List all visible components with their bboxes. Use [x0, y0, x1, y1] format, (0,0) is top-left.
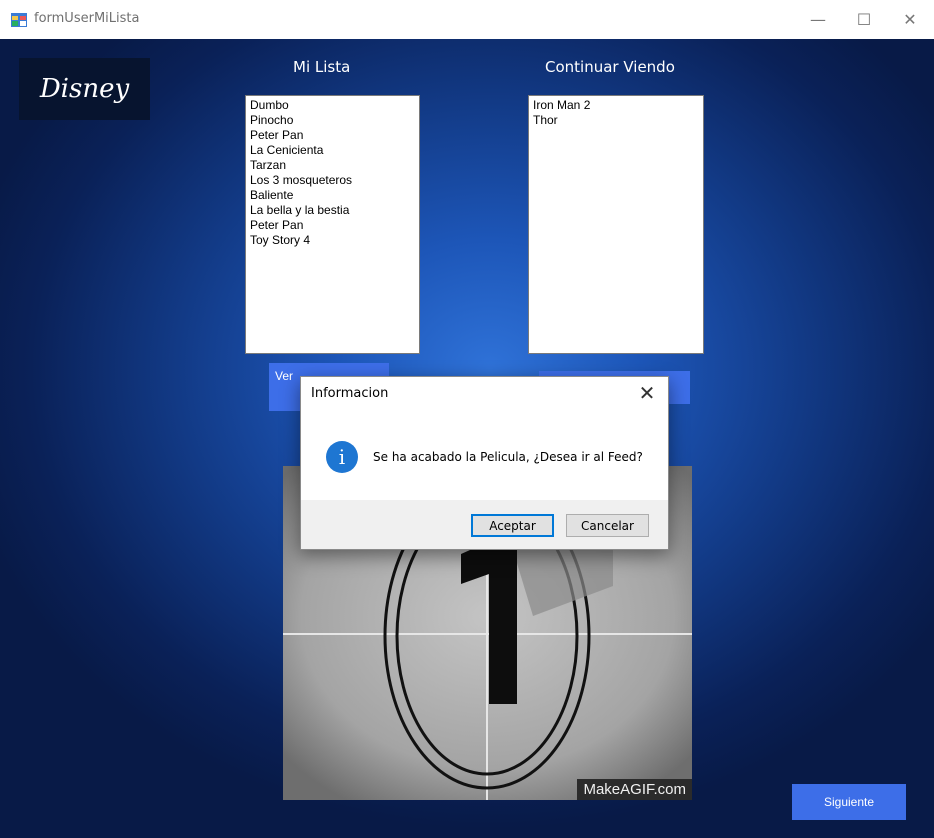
continuar-viendo-listbox[interactable]: Iron Man 2 Thor — [528, 95, 704, 354]
list-item[interactable]: Dumbo — [250, 98, 415, 113]
app-window-icon — [11, 12, 27, 27]
ver-button-label: Ver — [275, 369, 294, 383]
list-item[interactable]: Peter Pan — [250, 218, 415, 233]
list-item[interactable]: Iron Man 2 — [533, 98, 699, 113]
mi-lista-listbox[interactable]: Dumbo Pinocho Peter Pan La Cenicienta Tarzan… — [245, 95, 420, 354]
mi-lista-heading: Mi Lista — [293, 58, 351, 76]
list-item[interactable]: La bella y la bestia — [250, 203, 415, 218]
dialog-title: Informacion — [311, 386, 389, 401]
list-item[interactable]: Baliente — [250, 188, 415, 203]
continuar-viendo-heading: Continuar Viendo — [545, 58, 675, 76]
dialog-close-icon[interactable]: ✕ — [636, 381, 658, 405]
list-item[interactable]: Tarzan — [250, 158, 415, 173]
list-item[interactable]: Pinocho — [250, 113, 415, 128]
maximize-button[interactable]: ☐ — [841, 0, 887, 39]
list-item[interactable]: Thor — [533, 113, 699, 128]
cancelar-button[interactable]: Cancelar — [566, 514, 649, 537]
window-title: formUserMiLista — [34, 11, 140, 26]
aceptar-button[interactable]: Aceptar — [471, 514, 554, 537]
list-item[interactable]: La Cenicienta — [250, 143, 415, 158]
disney-logo: Disney — [19, 58, 150, 120]
title-bar: formUserMiLista — ☐ ✕ — [0, 0, 934, 39]
list-item[interactable]: Peter Pan — [250, 128, 415, 143]
list-item[interactable]: Toy Story 4 — [250, 233, 415, 248]
minimize-button[interactable]: — — [795, 0, 841, 39]
dialog-button-bar: Aceptar Cancelar — [301, 500, 668, 549]
siguiente-button-label: Siguiente — [823, 795, 875, 809]
logo-text: Disney — [39, 74, 130, 104]
list-item[interactable]: Los 3 mosqueteros — [250, 173, 415, 188]
watermark-text: MakeAGIF.com — [577, 779, 692, 800]
close-window-button[interactable]: ✕ — [887, 0, 933, 39]
dialog-message: Se ha acabado la Pelicula, ¿Desea ir al … — [373, 450, 643, 464]
siguiente-button[interactable]: Siguiente — [792, 784, 906, 820]
info-dialog: Informacion ✕ i Se ha acabado la Pelicul… — [300, 376, 669, 550]
info-icon: i — [326, 441, 358, 473]
